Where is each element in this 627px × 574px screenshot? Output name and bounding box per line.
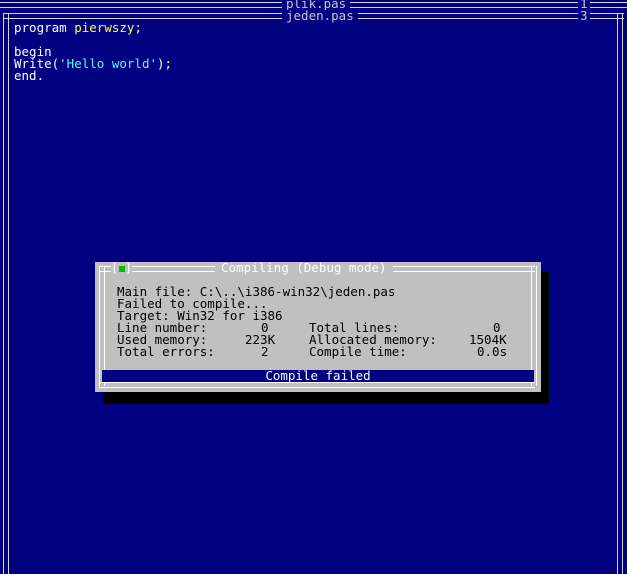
window-jeden-left-border (3, 13, 9, 574)
compile-time-label: Compile time: (309, 344, 407, 359)
window-jeden-right-border (617, 13, 623, 574)
code-token: pierwszy (74, 20, 135, 35)
close-bracket-right: ] (124, 260, 133, 275)
window-jeden-title[interactable]: jeden.pas (282, 9, 358, 22)
code-token: end. (14, 68, 45, 83)
code-line[interactable]: end. (14, 68, 45, 83)
window-jeden-number[interactable]: 3 (578, 9, 590, 22)
code-token: program (14, 20, 75, 35)
dialog-close-button[interactable]: [] (111, 260, 133, 275)
close-bracket-left: [ (111, 260, 119, 275)
compiling-dialog: [] Compiling (Debug mode) Main file: C:\… (95, 260, 541, 392)
code-token: 'Hello world' (59, 56, 157, 71)
total-errors-value: 2 (261, 344, 269, 359)
compile-time-value: 0.0s (477, 344, 508, 359)
compile-status-bar: Compile failed (102, 369, 534, 382)
dialog-title: Compiling (Debug mode) (215, 261, 393, 274)
dialog-left-border (99, 266, 105, 386)
code-token: ); (157, 56, 173, 71)
dialog-right-border (531, 266, 537, 386)
code-token: ; (134, 20, 142, 35)
code-line[interactable]: program pierwszy; (14, 20, 142, 35)
total-errors-label: Total errors: (117, 344, 215, 359)
